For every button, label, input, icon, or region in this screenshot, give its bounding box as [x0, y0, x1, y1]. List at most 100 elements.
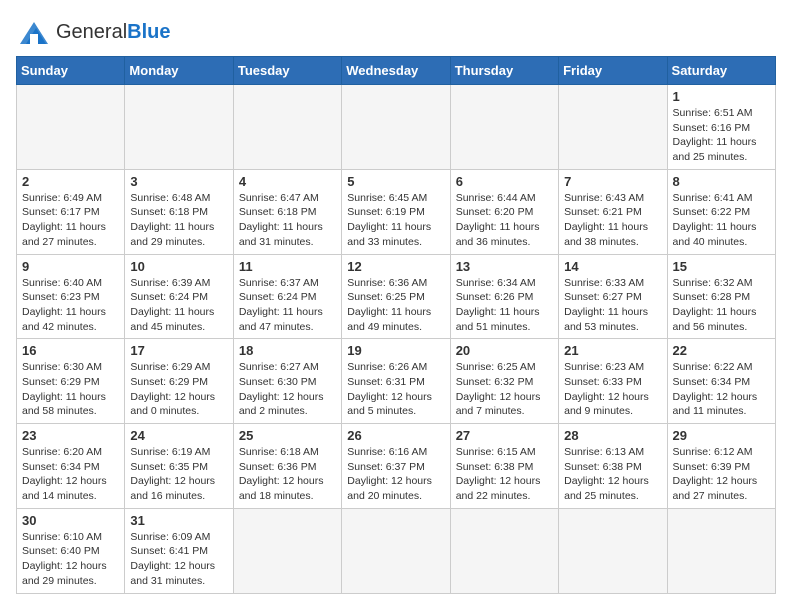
day-number: 26	[347, 428, 444, 443]
calendar-cell: 11Sunrise: 6:37 AM Sunset: 6:24 PM Dayli…	[233, 254, 341, 339]
day-info: Sunrise: 6:20 AM Sunset: 6:34 PM Dayligh…	[22, 445, 119, 504]
calendar-cell: 10 Sunrise: 6:39 AM Sunset: 6:24 PM Dayli…	[125, 254, 233, 339]
day-info: Sunrise: 6:51 AM Sunset: 6:16 PM Dayligh…	[673, 106, 770, 165]
day-number: 16	[22, 343, 119, 358]
calendar-cell	[450, 85, 558, 170]
day-number: 20	[456, 343, 553, 358]
day-number: 1	[673, 89, 770, 104]
calendar-cell: 30 Sunrise: 6:10 AM Sunset: 6:40 PM Dayli…	[17, 508, 125, 593]
day-number: 23	[22, 428, 119, 443]
day-number: 14	[564, 259, 661, 274]
day-info: Sunrise: 6:10 AM Sunset: 6:40 PM Dayligh…	[22, 530, 119, 589]
day-number: 21	[564, 343, 661, 358]
calendar-row-3: 9 Sunrise: 6:40 AM Sunset: 6:23 PM Daylig…	[17, 254, 776, 339]
day-number: 4	[239, 174, 336, 189]
calendar-cell: 27 Sunrise: 6:15 AM Sunset: 6:38 PM Dayli…	[450, 424, 558, 509]
weekday-header-friday: Friday	[559, 57, 667, 85]
page-header: GeneralBlue	[16, 16, 776, 48]
day-number: 11	[239, 259, 336, 274]
day-info: Sunrise: 6:18 AM Sunset: 6:36 PM Dayligh…	[239, 445, 336, 504]
calendar-cell: 5Sunrise: 6:45 AM Sunset: 6:19 PM Daylig…	[342, 169, 450, 254]
calendar: SundayMondayTuesdayWednesdayThursdayFrid…	[16, 56, 776, 594]
logo: GeneralBlue	[16, 16, 171, 48]
day-info: Sunrise: 6:15 AM Sunset: 6:38 PM Dayligh…	[456, 445, 553, 504]
calendar-cell: 22Sunrise: 6:22 AM Sunset: 6:34 PM Dayli…	[667, 339, 775, 424]
weekday-header-tuesday: Tuesday	[233, 57, 341, 85]
calendar-cell: 17 Sunrise: 6:29 AM Sunset: 6:29 PM Dayli…	[125, 339, 233, 424]
weekday-header-sunday: Sunday	[17, 57, 125, 85]
day-info: Sunrise: 6:39 AM Sunset: 6:24 PM Dayligh…	[130, 276, 227, 335]
day-number: 9	[22, 259, 119, 274]
calendar-cell: 15 Sunrise: 6:32 AM Sunset: 6:28 PM Dayli…	[667, 254, 775, 339]
calendar-cell	[559, 85, 667, 170]
day-info: Sunrise: 6:49 AM Sunset: 6:17 PM Dayligh…	[22, 191, 119, 250]
day-number: 24	[130, 428, 227, 443]
calendar-cell: 26Sunrise: 6:16 AM Sunset: 6:37 PM Dayli…	[342, 424, 450, 509]
calendar-cell: 12 Sunrise: 6:36 AM Sunset: 6:25 PM Dayli…	[342, 254, 450, 339]
weekday-header-row: SundayMondayTuesdayWednesdayThursdayFrid…	[17, 57, 776, 85]
day-number: 13	[456, 259, 553, 274]
calendar-cell	[342, 508, 450, 593]
logo-text: GeneralBlue	[56, 21, 171, 44]
calendar-cell	[342, 85, 450, 170]
day-info: Sunrise: 6:09 AM Sunset: 6:41 PM Dayligh…	[130, 530, 227, 589]
calendar-cell: 19 Sunrise: 6:26 AM Sunset: 6:31 PM Dayli…	[342, 339, 450, 424]
weekday-header-thursday: Thursday	[450, 57, 558, 85]
day-number: 2	[22, 174, 119, 189]
calendar-row-4: 16 Sunrise: 6:30 AM Sunset: 6:29 PM Dayli…	[17, 339, 776, 424]
weekday-header-monday: Monday	[125, 57, 233, 85]
day-info: Sunrise: 6:33 AM Sunset: 6:27 PM Dayligh…	[564, 276, 661, 335]
calendar-cell: 9 Sunrise: 6:40 AM Sunset: 6:23 PM Daylig…	[17, 254, 125, 339]
calendar-cell: 28Sunrise: 6:13 AM Sunset: 6:38 PM Dayli…	[559, 424, 667, 509]
day-number: 15	[673, 259, 770, 274]
calendar-cell: 18Sunrise: 6:27 AM Sunset: 6:30 PM Dayli…	[233, 339, 341, 424]
day-number: 12	[347, 259, 444, 274]
day-number: 6	[456, 174, 553, 189]
day-number: 10	[130, 259, 227, 274]
day-number: 29	[673, 428, 770, 443]
calendar-cell	[233, 508, 341, 593]
day-info: Sunrise: 6:23 AM Sunset: 6:33 PM Dayligh…	[564, 360, 661, 419]
day-info: Sunrise: 6:47 AM Sunset: 6:18 PM Dayligh…	[239, 191, 336, 250]
day-info: Sunrise: 6:26 AM Sunset: 6:31 PM Dayligh…	[347, 360, 444, 419]
day-info: Sunrise: 6:48 AM Sunset: 6:18 PM Dayligh…	[130, 191, 227, 250]
day-info: Sunrise: 6:36 AM Sunset: 6:25 PM Dayligh…	[347, 276, 444, 335]
calendar-cell: 4 Sunrise: 6:47 AM Sunset: 6:18 PM Daylig…	[233, 169, 341, 254]
calendar-cell: 14 Sunrise: 6:33 AM Sunset: 6:27 PM Dayli…	[559, 254, 667, 339]
day-number: 30	[22, 513, 119, 528]
calendar-cell	[559, 508, 667, 593]
calendar-cell: 1 Sunrise: 6:51 AM Sunset: 6:16 PM Daylig…	[667, 85, 775, 170]
day-number: 28	[564, 428, 661, 443]
calendar-row-5: 23 Sunrise: 6:20 AM Sunset: 6:34 PM Dayli…	[17, 424, 776, 509]
weekday-header-wednesday: Wednesday	[342, 57, 450, 85]
calendar-cell: 16 Sunrise: 6:30 AM Sunset: 6:29 PM Dayli…	[17, 339, 125, 424]
calendar-cell: 13 Sunrise: 6:34 AM Sunset: 6:26 PM Dayli…	[450, 254, 558, 339]
calendar-row-2: 2 Sunrise: 6:49 AM Sunset: 6:17 PM Daylig…	[17, 169, 776, 254]
calendar-cell: 3 Sunrise: 6:48 AM Sunset: 6:18 PM Daylig…	[125, 169, 233, 254]
day-number: 31	[130, 513, 227, 528]
calendar-cell	[450, 508, 558, 593]
day-number: 3	[130, 174, 227, 189]
calendar-cell	[233, 85, 341, 170]
calendar-cell: 23 Sunrise: 6:20 AM Sunset: 6:34 PM Dayli…	[17, 424, 125, 509]
day-info: Sunrise: 6:32 AM Sunset: 6:28 PM Dayligh…	[673, 276, 770, 335]
weekday-header-saturday: Saturday	[667, 57, 775, 85]
day-info: Sunrise: 6:30 AM Sunset: 6:29 PM Dayligh…	[22, 360, 119, 419]
calendar-cell: 7Sunrise: 6:43 AM Sunset: 6:21 PM Daylig…	[559, 169, 667, 254]
day-number: 7	[564, 174, 661, 189]
logo-icon	[16, 16, 52, 48]
day-info: Sunrise: 6:27 AM Sunset: 6:30 PM Dayligh…	[239, 360, 336, 419]
calendar-row-6: 30 Sunrise: 6:10 AM Sunset: 6:40 PM Dayli…	[17, 508, 776, 593]
day-number: 19	[347, 343, 444, 358]
day-info: Sunrise: 6:29 AM Sunset: 6:29 PM Dayligh…	[130, 360, 227, 419]
day-number: 17	[130, 343, 227, 358]
day-info: Sunrise: 6:34 AM Sunset: 6:26 PM Dayligh…	[456, 276, 553, 335]
calendar-cell: 25Sunrise: 6:18 AM Sunset: 6:36 PM Dayli…	[233, 424, 341, 509]
day-number: 27	[456, 428, 553, 443]
calendar-cell: 29Sunrise: 6:12 AM Sunset: 6:39 PM Dayli…	[667, 424, 775, 509]
day-info: Sunrise: 6:40 AM Sunset: 6:23 PM Dayligh…	[22, 276, 119, 335]
day-info: Sunrise: 6:44 AM Sunset: 6:20 PM Dayligh…	[456, 191, 553, 250]
calendar-cell: 21 Sunrise: 6:23 AM Sunset: 6:33 PM Dayli…	[559, 339, 667, 424]
calendar-cell: 8Sunrise: 6:41 AM Sunset: 6:22 PM Daylig…	[667, 169, 775, 254]
calendar-cell: 24Sunrise: 6:19 AM Sunset: 6:35 PM Dayli…	[125, 424, 233, 509]
